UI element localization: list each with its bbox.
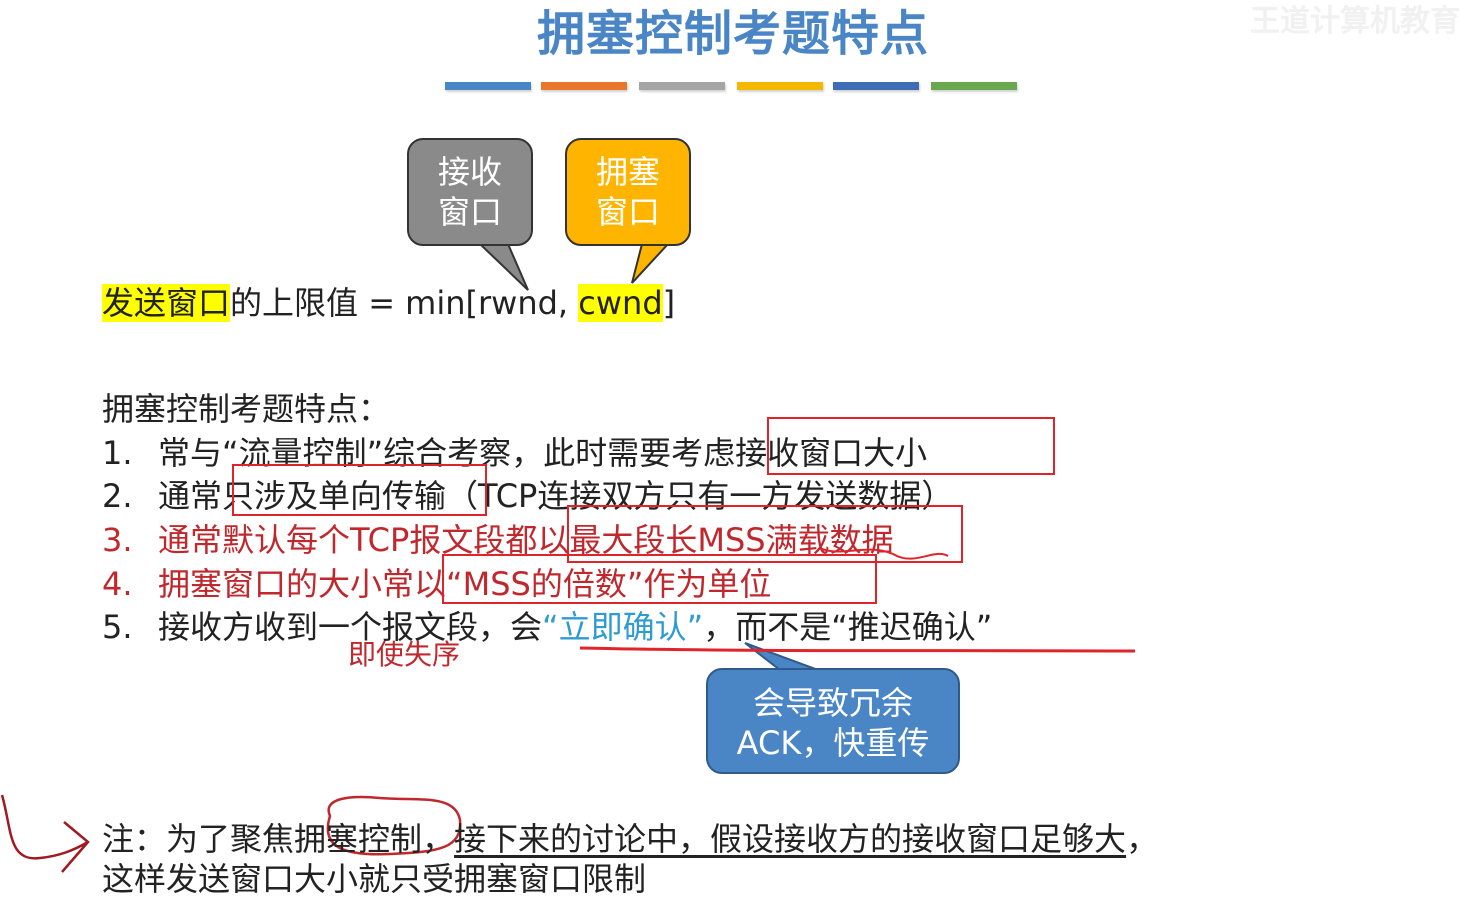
note-prefix: 注：为了聚焦	[102, 820, 295, 858]
note-focus: 拥塞控制	[294, 820, 423, 858]
note-end: ，	[1126, 820, 1159, 858]
hand-arrow-head	[61, 821, 90, 873]
note-line-2: 这样发送窗口大小就只受拥塞窗口限制	[102, 860, 647, 898]
ack-note-callout: 会导致冗余 ACK，快重传	[706, 668, 960, 774]
hand-arrow-shaft	[0, 794, 89, 860]
squiggle-underline	[819, 547, 949, 560]
red-underline	[579, 646, 1136, 653]
note-comma: ，	[422, 820, 455, 858]
note-underlined: 接下来的讨论中，假设接收方的接收窗口足够大	[454, 820, 1127, 858]
